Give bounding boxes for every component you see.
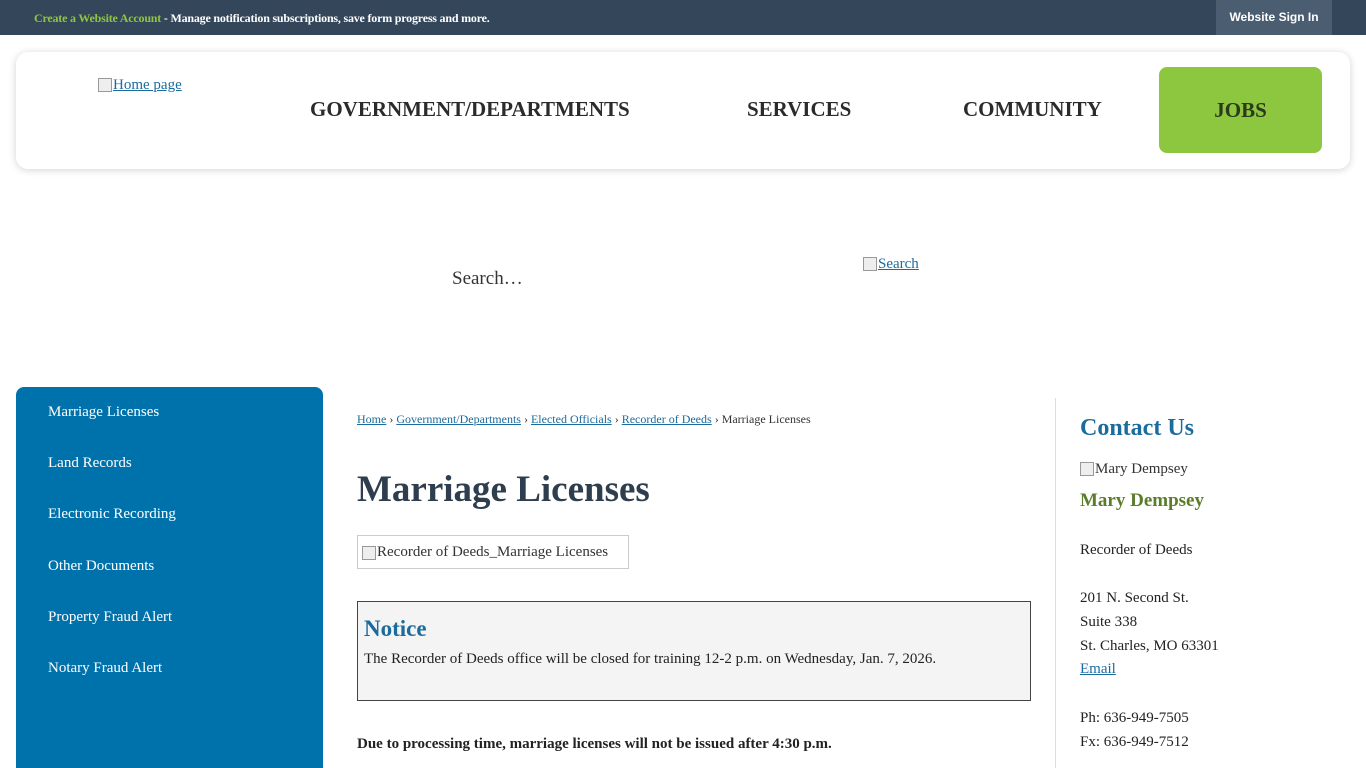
sidebar-item-property-fraud-alert[interactable]: Property Fraud Alert xyxy=(48,609,172,626)
search-input[interactable] xyxy=(452,264,832,294)
sidebar: Marriage Licenses Land Records Electroni… xyxy=(16,387,323,768)
breadcrumb-home[interactable]: Home xyxy=(357,412,386,426)
top-bar: Create a Website Account - Manage notifi… xyxy=(0,0,1366,35)
nav-government-departments[interactable]: GOVERNMENT/DEPARTMENTS xyxy=(310,97,630,122)
breadcrumb-separator: › xyxy=(386,412,397,426)
sidebar-item-notary-fraud-alert[interactable]: Notary Fraud Alert xyxy=(48,660,162,677)
processing-note: Due to processing time, marriage license… xyxy=(357,736,832,752)
nav-jobs[interactable]: JOBS xyxy=(1159,67,1322,153)
contact-title: Contact Us xyxy=(1080,415,1194,441)
sidebar-item-other-documents[interactable]: Other Documents xyxy=(48,558,154,575)
page-title: Marriage Licenses xyxy=(357,469,650,510)
breadcrumb-government-departments[interactable]: Government/Departments xyxy=(396,412,521,426)
sidebar-item-land-records[interactable]: Land Records xyxy=(48,455,132,472)
contact-address-line2: Suite 338 xyxy=(1080,614,1138,630)
contact-role: Recorder of Deeds xyxy=(1080,542,1193,558)
broken-image-icon xyxy=(863,257,877,271)
breadcrumb-elected-officials[interactable]: Elected Officials xyxy=(531,412,612,426)
broken-image-icon xyxy=(1080,462,1094,476)
sidebar-item-electronic-recording[interactable]: Electronic Recording xyxy=(48,506,176,523)
logo-alt-text: Home page xyxy=(113,77,182,93)
broken-image-icon xyxy=(98,78,112,92)
home-logo-link[interactable]: Home page xyxy=(98,77,182,94)
header-card xyxy=(16,52,1350,169)
column-divider xyxy=(1055,398,1056,768)
contact-address-line1: 201 N. Second St. xyxy=(1080,590,1189,606)
notice-title: Notice xyxy=(364,616,427,641)
create-account-link[interactable]: Create a Website Account xyxy=(34,11,161,25)
sign-in-button[interactable]: Website Sign In xyxy=(1216,0,1332,35)
breadcrumb-recorder-of-deeds[interactable]: Recorder of Deeds xyxy=(622,412,712,426)
breadcrumb: Home › Government/Departments › Elected … xyxy=(357,412,811,427)
breadcrumb-current: Marriage Licenses xyxy=(721,412,811,426)
contact-email-link[interactable]: Email xyxy=(1080,661,1116,678)
search-alt-text: Search xyxy=(878,256,919,272)
breadcrumb-separator: › xyxy=(611,412,622,426)
contact-photo: Mary Dempsey xyxy=(1080,461,1188,478)
breadcrumb-separator: › xyxy=(711,412,722,426)
nav-community[interactable]: COMMUNITY xyxy=(963,97,1102,122)
notice-box: Notice The Recorder of Deeds office will… xyxy=(357,601,1031,701)
banner-image: Recorder of Deeds_Marriage Licenses xyxy=(357,535,629,569)
banner-alt-text: Recorder of Deeds_Marriage Licenses xyxy=(377,543,609,560)
sidebar-item-marriage-licenses[interactable]: Marriage Licenses xyxy=(48,404,159,421)
breadcrumb-separator: › xyxy=(520,412,531,426)
search-button[interactable]: Search xyxy=(863,256,919,273)
broken-image-icon xyxy=(362,546,376,560)
nav-services[interactable]: SERVICES xyxy=(747,97,851,122)
contact-fax: Fx: 636-949-7512 xyxy=(1080,734,1189,750)
account-message: Create a Website Account - Manage notifi… xyxy=(34,11,490,26)
contact-phone: Ph: 636-949-7505 xyxy=(1080,710,1189,726)
contact-name: Mary Dempsey xyxy=(1080,490,1204,511)
contact-address-line3: St. Charles, MO 63301 xyxy=(1080,638,1219,654)
notice-text: The Recorder of Deeds office will be clo… xyxy=(364,651,937,667)
contact-photo-alt: Mary Dempsey xyxy=(1095,461,1188,477)
account-message-text: - Manage notification subscriptions, sav… xyxy=(161,11,490,25)
